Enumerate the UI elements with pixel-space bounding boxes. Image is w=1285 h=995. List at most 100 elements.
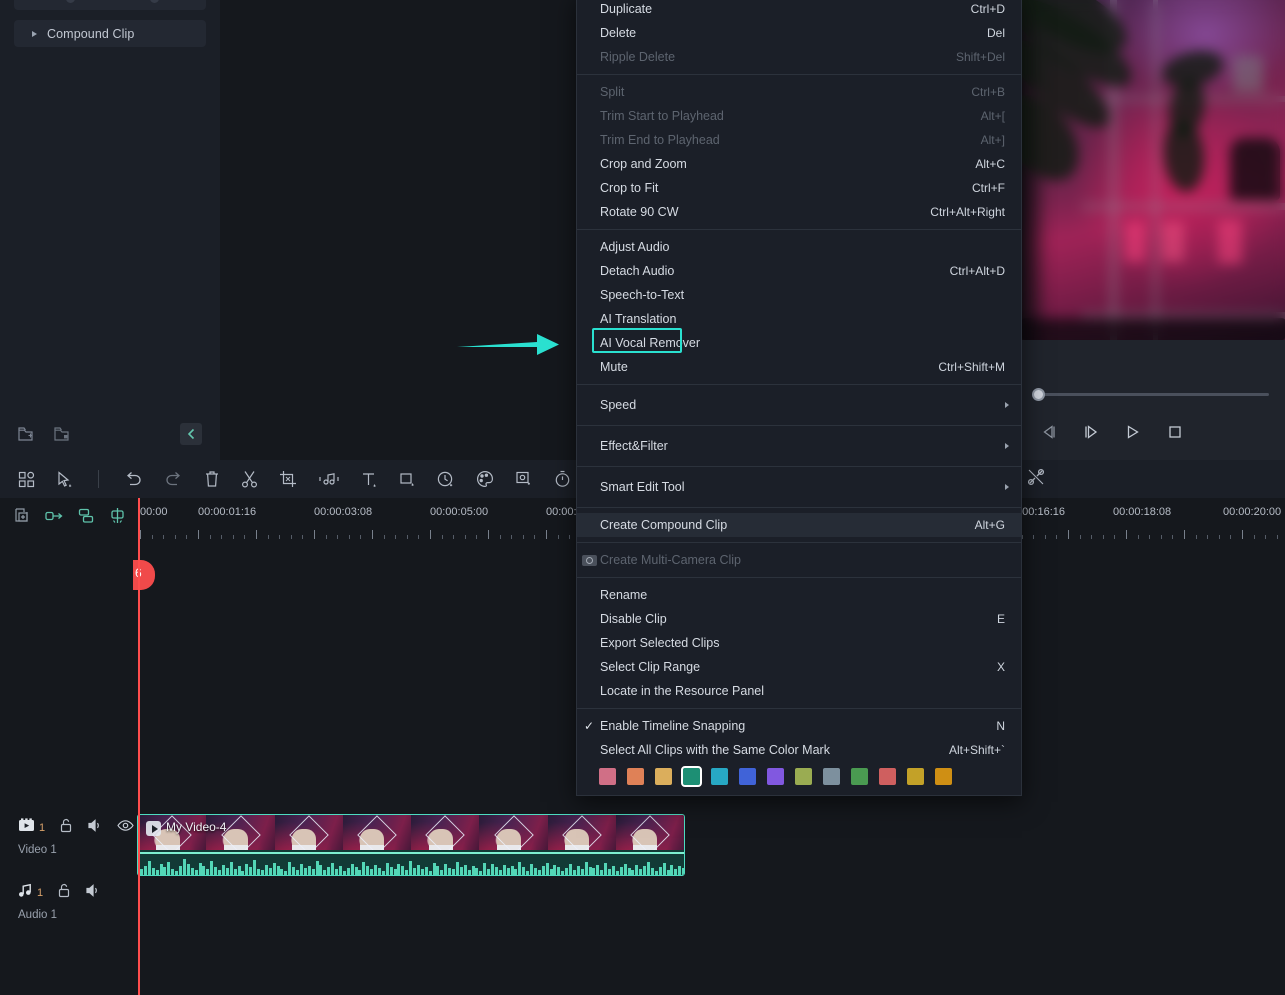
- color-mark-swatch[interactable]: [907, 768, 924, 785]
- link-unlink-icon[interactable]: [1027, 468, 1285, 491]
- shape-icon[interactable]: [399, 471, 416, 488]
- collapse-panel-button[interactable]: [180, 423, 202, 445]
- color-mark-swatch[interactable]: [655, 768, 672, 785]
- menu-item-shortcut: Ctrl+Alt+D: [949, 264, 1005, 278]
- menu-item-delete[interactable]: Delete Del: [577, 21, 1021, 45]
- waveform-bar: [194, 870, 198, 875]
- ruler-time-label: 00:00:01:16: [198, 506, 257, 518]
- audio-track-index: 1: [37, 887, 44, 899]
- color-mark-swatch[interactable]: [795, 768, 812, 785]
- video-eye-icon[interactable]: [117, 819, 134, 837]
- ruler-tick: [383, 535, 385, 539]
- menu-item-rename[interactable]: Rename: [577, 583, 1021, 607]
- menu-item-detach-audio[interactable]: Detach Audio Ctrl+Alt+D: [577, 259, 1021, 283]
- preview-seek-handle[interactable]: [1032, 387, 1045, 401]
- color-mark-swatch[interactable]: [851, 768, 868, 785]
- waveform-bar: [218, 870, 221, 875]
- waveform-bar: [545, 863, 549, 875]
- clip-title: My Video-4: [166, 820, 227, 834]
- redo-icon[interactable]: [164, 471, 183, 488]
- stop-button[interactable]: [1164, 421, 1186, 443]
- ruler-tick: [209, 535, 211, 539]
- waveform-bar: [452, 869, 455, 875]
- color-mark-swatch[interactable]: [823, 768, 840, 785]
- menu-item-duplicate[interactable]: Duplicate Ctrl+D: [577, 0, 1021, 21]
- ruler-tick: [557, 535, 559, 539]
- menu-item-label: Adjust Audio: [600, 240, 670, 254]
- picture-in-picture-icon[interactable]: [515, 470, 533, 488]
- menu-item-speed[interactable]: Speed: [577, 390, 1021, 420]
- waveform-bar: [389, 867, 393, 875]
- clip-context-menu[interactable]: Duplicate Ctrl+D Delete Del Ripple Delete Shi…: [576, 0, 1022, 796]
- color-palette-icon[interactable]: [476, 470, 494, 488]
- clip-play-icon[interactable]: [146, 821, 161, 836]
- menu-item-enable-timeline-snapping[interactable]: ✓ Enable Timeline Snapping N: [577, 714, 1021, 738]
- link-clips-icon[interactable]: [45, 508, 64, 529]
- waveform-bar: [202, 866, 206, 875]
- preview-video-frame[interactable]: [1022, 0, 1285, 340]
- prev-frame-button[interactable]: [1038, 421, 1060, 443]
- menu-item-export-selected-clips[interactable]: Export Selected Clips: [577, 631, 1021, 655]
- preview-seek-slider[interactable]: [1022, 382, 1285, 406]
- crop-icon[interactable]: [279, 470, 297, 488]
- delete-icon[interactable]: [204, 470, 220, 488]
- add-track-icon[interactable]: [14, 507, 31, 529]
- menu-item-locate-in-the-resource-panel[interactable]: Locate in the Resource Panel: [577, 679, 1021, 703]
- menu-item-select-all-clips-with-the-same-color-mark[interactable]: Select All Clips with the Same Color Mar…: [577, 738, 1021, 762]
- layout-grid-icon[interactable]: [18, 471, 35, 488]
- stopwatch-icon[interactable]: [554, 470, 571, 488]
- color-mark-swatch[interactable]: [711, 768, 728, 785]
- menu-item-speech-to-text[interactable]: Speech-to-Text: [577, 283, 1021, 307]
- menu-item-ai-vocal-remover[interactable]: AI Vocal Remover: [577, 331, 1021, 355]
- waveform-bar: [284, 871, 288, 875]
- waveform-bar: [666, 870, 670, 875]
- waveform-bar: [393, 869, 397, 875]
- menu-item-mute[interactable]: Mute Ctrl+Shift+M: [577, 355, 1021, 379]
- color-mark-swatch[interactable]: [599, 768, 616, 785]
- menu-item-ai-translation[interactable]: AI Translation: [577, 307, 1021, 331]
- waveform-bar: [296, 870, 299, 875]
- color-mark-swatch[interactable]: [879, 768, 896, 785]
- ruler-tick: [1265, 535, 1267, 539]
- video-speaker-icon[interactable]: [87, 818, 103, 838]
- menu-item-smart-edit-tool[interactable]: Smart Edit Tool: [577, 472, 1021, 502]
- audio-detach-icon[interactable]: [318, 471, 340, 487]
- waveform-bar: [471, 866, 475, 875]
- playhead[interactable]: [138, 498, 140, 995]
- color-mark-swatch[interactable]: [627, 768, 644, 785]
- menu-item-effect-filter[interactable]: Effect&Filter: [577, 431, 1021, 461]
- menu-item-disable-clip[interactable]: Disable Clip E: [577, 607, 1021, 631]
- marker-icon[interactable]: [109, 507, 126, 529]
- menu-item-select-clip-range[interactable]: Select Clip Range X: [577, 655, 1021, 679]
- step-forward-button[interactable]: [1080, 421, 1102, 443]
- timeline-clip[interactable]: My Video-4: [137, 814, 685, 876]
- selection-tool-icon[interactable]: [56, 470, 73, 488]
- color-mark-swatch[interactable]: [681, 766, 702, 787]
- new-folder-icon[interactable]: [18, 426, 36, 442]
- menu-item-rotate-90-cw[interactable]: Rotate 90 CW Ctrl+Alt+Right: [577, 200, 1021, 224]
- color-mark-swatch[interactable]: [767, 768, 784, 785]
- ruler-time-label: 00:00:20:00: [1223, 506, 1282, 518]
- resource-panel: Compound Clip: [0, 0, 220, 460]
- audio-lock-icon[interactable]: [57, 883, 71, 903]
- group-icon[interactable]: [78, 508, 95, 529]
- ruler-tick: [1137, 535, 1139, 539]
- text-icon[interactable]: [361, 471, 378, 488]
- menu-item-crop-to-fit[interactable]: Crop to Fit Ctrl+F: [577, 176, 1021, 200]
- waveform-bar: [385, 863, 389, 875]
- resource-folder-compound-clip[interactable]: Compound Clip: [14, 20, 206, 47]
- audio-speaker-icon[interactable]: [85, 883, 101, 903]
- menu-item-crop-and-zoom[interactable]: Crop and Zoom Alt+C: [577, 152, 1021, 176]
- menu-separator: [577, 466, 1021, 467]
- menu-item-create-compound-clip[interactable]: Create Compound Clip Alt+G: [577, 513, 1021, 537]
- split-scissors-icon[interactable]: [241, 470, 258, 488]
- folder-icon[interactable]: [54, 426, 72, 442]
- video-lock-icon[interactable]: [59, 818, 73, 838]
- menu-item-adjust-audio[interactable]: Adjust Audio: [577, 235, 1021, 259]
- play-button[interactable]: [1122, 421, 1144, 443]
- undo-icon[interactable]: [124, 471, 143, 488]
- color-mark-swatch[interactable]: [935, 768, 952, 785]
- speed-icon[interactable]: [437, 470, 455, 488]
- chevron-right-icon[interactable]: [32, 30, 37, 37]
- color-mark-swatch[interactable]: [739, 768, 756, 785]
